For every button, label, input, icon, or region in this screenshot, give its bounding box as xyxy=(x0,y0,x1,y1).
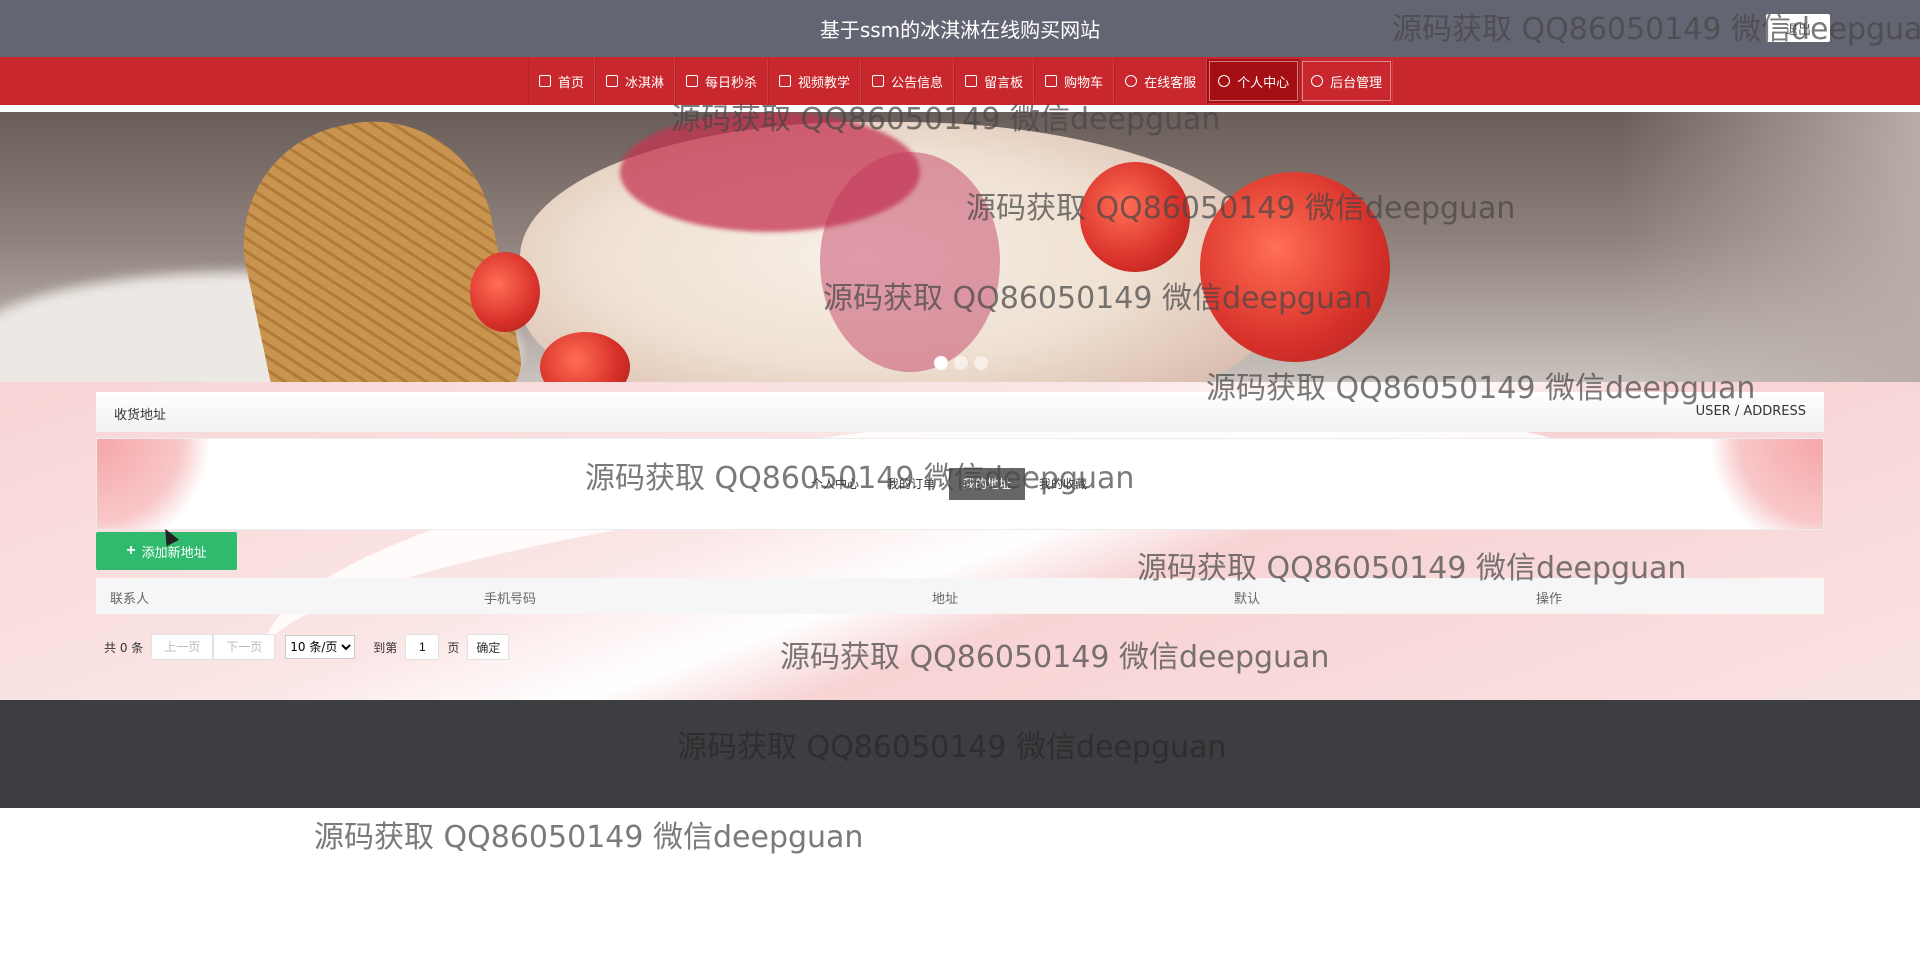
home-icon xyxy=(539,75,551,87)
nav-label: 购物车 xyxy=(1064,75,1104,91)
nav-label: 留言板 xyxy=(984,75,1024,91)
plus-icon: + xyxy=(126,542,136,559)
logout-button[interactable]: 退出 xyxy=(1766,14,1830,42)
column-header-address: 地址 xyxy=(932,592,959,607)
panel-decoration xyxy=(1703,439,1823,529)
banner-image-wafer xyxy=(221,112,529,382)
nav-label: 公告信息 xyxy=(891,75,944,91)
add-address-label: 添加新地址 xyxy=(141,544,207,560)
column-header-phone: 手机号码 xyxy=(484,592,537,607)
panel-decoration xyxy=(97,439,217,529)
nav-item-home[interactable]: 首页 xyxy=(528,59,596,103)
breadcrumb-path: USER / ADDRESS xyxy=(1695,404,1806,419)
grid-icon xyxy=(779,75,792,87)
breadcrumb-title: 收货地址 xyxy=(114,408,167,423)
pagination: 共 0 条 上一页 下一页 10 条/页 到第 页 确定 xyxy=(96,632,510,662)
site-title: 基于ssm的冰淇淋在线购买网站 xyxy=(819,18,1101,42)
goto-confirm-button[interactable]: 确定 xyxy=(467,634,510,660)
nav-label: 冰淇淋 xyxy=(625,75,665,91)
nav-item-announcements[interactable]: 公告信息 xyxy=(861,59,955,103)
nav-item-messages[interactable]: 留言板 xyxy=(954,59,1035,103)
banner-carousel[interactable] xyxy=(0,112,1920,382)
total-count: 共 0 条 xyxy=(104,640,144,655)
nav-item-admin[interactable]: 后台管理 xyxy=(1300,59,1394,103)
carousel-dot-2[interactable] xyxy=(954,356,968,370)
chat-icon xyxy=(1125,75,1138,87)
page: 基于ssm的冰淇淋在线购买网站 退出 首页 冰淇淋 每日秒杀 视频教学 公告信息… xyxy=(0,0,1920,966)
user-icon xyxy=(1218,75,1231,87)
tab-my-favorites[interactable]: 我的收藏 xyxy=(1025,468,1101,500)
nav-label: 首页 xyxy=(558,75,585,91)
nav-item-flash-sale[interactable]: 每日秒杀 xyxy=(675,59,769,103)
user-tabs: 个人中心 我的订单 我的地址 我的收藏 xyxy=(797,468,1101,500)
calendar-icon xyxy=(686,75,699,87)
breadcrumb: 收货地址 USER / ADDRESS xyxy=(96,392,1824,432)
link-icon xyxy=(1311,75,1324,87)
nav-item-videos[interactable]: 视频教学 xyxy=(768,59,862,103)
nav-item-support[interactable]: 在线客服 xyxy=(1114,59,1208,103)
carousel-dot-3[interactable] xyxy=(974,356,988,370)
nav-label: 个人中心 xyxy=(1237,75,1290,91)
main-nav: 首页 冰淇淋 每日秒杀 视频教学 公告信息 留言板 购物车 在线客服 个人中心 … xyxy=(528,59,1394,103)
layers-icon xyxy=(606,75,619,87)
column-header-default: 默认 xyxy=(1234,592,1261,607)
page-unit-label: 页 xyxy=(447,640,460,655)
nav-item-cart[interactable]: 购物车 xyxy=(1034,59,1115,103)
prev-page-button[interactable]: 上一页 xyxy=(151,634,214,660)
nav-item-icecream[interactable]: 冰淇淋 xyxy=(595,59,676,103)
watermark-text: 源码获取 QQ86050149 微信deepguan xyxy=(314,820,864,855)
top-header: 基于ssm的冰淇淋在线购买网站 退出 xyxy=(0,0,1920,57)
column-header-contact: 联系人 xyxy=(110,592,150,607)
nav-label: 后台管理 xyxy=(1330,75,1383,91)
nav-item-user-center[interactable]: 个人中心 xyxy=(1207,59,1301,103)
banner-image-strawberry xyxy=(1080,162,1190,272)
banner-image-strawberry xyxy=(1200,172,1390,362)
carousel-indicators xyxy=(934,356,988,370)
nav-label: 视频教学 xyxy=(798,75,851,91)
cart-icon xyxy=(1045,75,1058,87)
tab-my-address[interactable]: 我的地址 xyxy=(949,468,1026,500)
goto-label: 到第 xyxy=(373,640,398,655)
clipboard-icon xyxy=(965,75,978,87)
nav-label: 在线客服 xyxy=(1144,75,1197,91)
column-header-actions: 操作 xyxy=(1536,592,1563,607)
nav-label: 每日秒杀 xyxy=(705,75,758,91)
page-number-input[interactable] xyxy=(405,634,440,660)
page-size-select[interactable]: 10 条/页 xyxy=(285,635,356,659)
banner-image-strawberry xyxy=(470,252,540,332)
tab-my-orders[interactable]: 我的订单 xyxy=(873,468,949,500)
next-page-button[interactable]: 下一页 xyxy=(213,634,276,660)
tab-user-center[interactable]: 个人中心 xyxy=(797,468,873,500)
mail-icon xyxy=(872,75,885,87)
footer xyxy=(0,700,1920,808)
carousel-dot-1[interactable] xyxy=(934,356,948,370)
main-nav-bar: 首页 冰淇淋 每日秒杀 视频教学 公告信息 留言板 购物车 在线客服 个人中心 … xyxy=(0,57,1920,105)
user-tabs-panel: 个人中心 我的订单 我的地址 我的收藏 xyxy=(96,438,1824,530)
address-table-header: 联系人 手机号码 地址 默认 操作 xyxy=(96,578,1824,614)
banner-image-sauce xyxy=(820,152,1000,372)
banner-image-background xyxy=(1620,112,1920,382)
